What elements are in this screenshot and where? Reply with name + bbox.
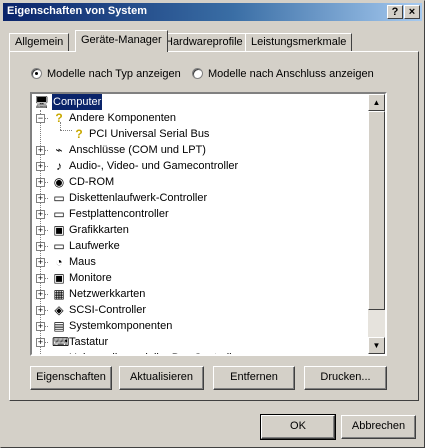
disk-controller-icon: ▭ [53,207,65,221]
cdrom-icon: ◉ [53,175,65,189]
question-icon: ? [55,111,63,125]
radio-by-type-indicator[interactable] [31,68,42,79]
cancel-button-label: Abbrechen [351,420,406,432]
expand-icon[interactable]: + [36,290,45,299]
expand-icon[interactable]: + [36,194,45,203]
computer-icon: 🖥 [34,95,50,109]
scroll-down-button[interactable]: ▼ [368,337,385,354]
tree-node-label: Festplattencontroller [69,208,169,220]
properties-button-label: Eigenschaften [36,371,106,383]
ok-button-label: OK [290,420,306,432]
radio-by-connection-indicator[interactable] [192,68,203,79]
tab-strip: Allgemein Geräte-Manager Hardwareprofile… [9,30,419,52]
refresh-button[interactable]: Aktualisieren [119,366,204,390]
expand-icon[interactable]: + [36,338,45,347]
device-tree[interactable]: 🖥 Computer −? Andere Komponenten? PCI Univ… [30,92,387,356]
tab-hardwareprofile[interactable]: Hardwareprofile [159,33,249,51]
tree-vertical-scrollbar[interactable]: ▲ ▼ [368,94,385,354]
usb-icon: ⇌ [52,351,66,354]
monitor-icon: ▣ [53,271,65,285]
tree-node-label: Netzwerkkarten [69,288,146,300]
tab-geraete-manager[interactable]: Geräte-Manager [75,30,168,52]
tree-node-label: Universeller serieller Bus Controller [69,350,241,354]
tree-node-label: CD-ROM [69,176,115,188]
scroll-up-button[interactable]: ▲ [368,94,385,111]
tab-allgemein[interactable]: Allgemein [9,33,70,51]
expand-icon[interactable]: + [36,306,45,315]
keyboard-icon: ⌨ [52,335,70,349]
question-icon: ? [75,127,83,141]
network-card-icon: ▦ [53,287,65,301]
tree-node-label: Anschlüsse (COM und LPT) [69,144,206,156]
system-properties-window: Eigenschaften von System ? × Allgemein G… [0,0,425,448]
title-bar[interactable]: Eigenschaften von System ? × [3,3,422,21]
expand-icon[interactable]: + [36,146,45,155]
tree-node-label: PCI Universal Serial Bus [89,128,210,140]
remove-button[interactable]: Entfernen [213,366,295,390]
tree-node-label: Tastatur [69,336,109,348]
tree-node-label: Systemkomponenten [69,320,173,332]
help-button[interactable]: ? [387,5,403,19]
expand-icon[interactable]: + [36,258,45,267]
port-icon: ⌁ [55,143,63,157]
expand-icon[interactable]: + [36,226,45,235]
floppy-controller-icon: ▭ [53,191,65,205]
tree-root-label: Computer [50,94,104,111]
tree-node-label: Grafikkarten [69,224,129,236]
expand-icon[interactable]: + [36,322,45,331]
expand-icon[interactable]: + [36,178,45,187]
ok-button[interactable]: OK [260,414,336,440]
radio-by-type-label: Modelle nach Typ anzeigen [47,68,181,80]
tree-node-label: Monitore [69,272,112,284]
properties-button[interactable]: Eigenschaften [30,366,112,390]
cancel-button[interactable]: Abbrechen [341,415,416,439]
mouse-icon: ◔ [55,255,63,269]
drive-icon: ▭ [53,239,65,253]
print-button[interactable]: Drucken... [304,366,387,390]
window-title: Eigenschaften von System [7,5,147,17]
collapse-icon[interactable]: − [36,114,45,123]
tree-node-label: Audio-, Video- und Gamecontroller [69,160,239,172]
monitor-icon: ▣ [53,223,65,237]
close-button[interactable]: × [404,5,420,19]
print-button-label: Drucken... [320,371,371,383]
expand-icon[interactable]: + [36,162,45,171]
tree-node-label: SCSI-Controller [69,304,147,316]
tree-node-label: Andere Komponenten [69,112,177,124]
expand-icon[interactable]: + [36,274,45,283]
tree-line [60,130,72,131]
remove-button-label: Entfernen [230,371,278,383]
radio-by-connection-label: Modelle nach Anschluss anzeigen [208,68,374,80]
tree-node-label: Diskettenlaufwerk-Controller [69,192,208,204]
tree-node-label: Laufwerke [69,240,120,252]
refresh-button-label: Aktualisieren [130,371,193,383]
tree-node-label: Maus [69,256,96,268]
scroll-thumb[interactable] [368,111,385,310]
speaker-icon: ♪ [56,159,62,173]
expand-icon[interactable]: + [36,242,45,251]
computer-icon: ▤ [53,319,65,333]
expand-icon[interactable]: + [36,210,45,219]
scsi-icon: ◈ [54,303,64,317]
device-tree-content: 🖥 Computer −? Andere Komponenten? PCI Univ… [32,94,368,354]
tab-leistungsmerkmale[interactable]: Leistungsmerkmale [245,33,353,51]
